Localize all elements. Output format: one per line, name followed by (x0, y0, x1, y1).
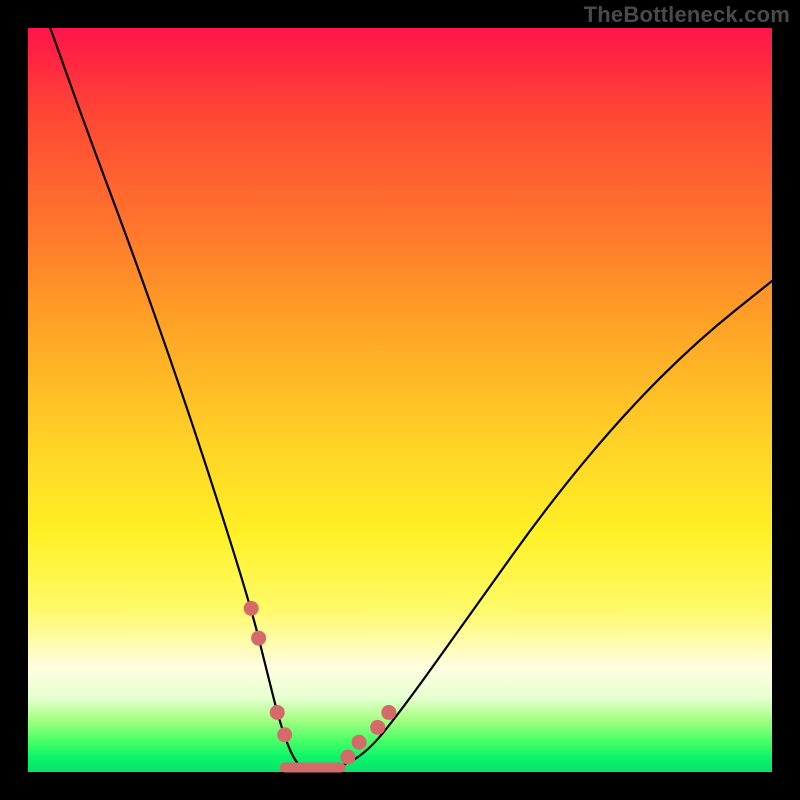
chart-svg (28, 28, 772, 772)
curve-marker (277, 727, 292, 742)
curve-marker (270, 705, 285, 720)
bottleneck-curve (50, 28, 772, 772)
curve-marker (244, 601, 259, 616)
curve-marker (381, 705, 396, 720)
plot-area (28, 28, 772, 772)
curve-marker (251, 631, 266, 646)
chart-frame: TheBottleneck.com (0, 0, 800, 800)
curve-marker (352, 735, 367, 750)
marker-group (244, 601, 397, 765)
curve-marker (370, 720, 385, 735)
watermark-text: TheBottleneck.com (584, 2, 790, 28)
curve-marker (340, 750, 355, 765)
